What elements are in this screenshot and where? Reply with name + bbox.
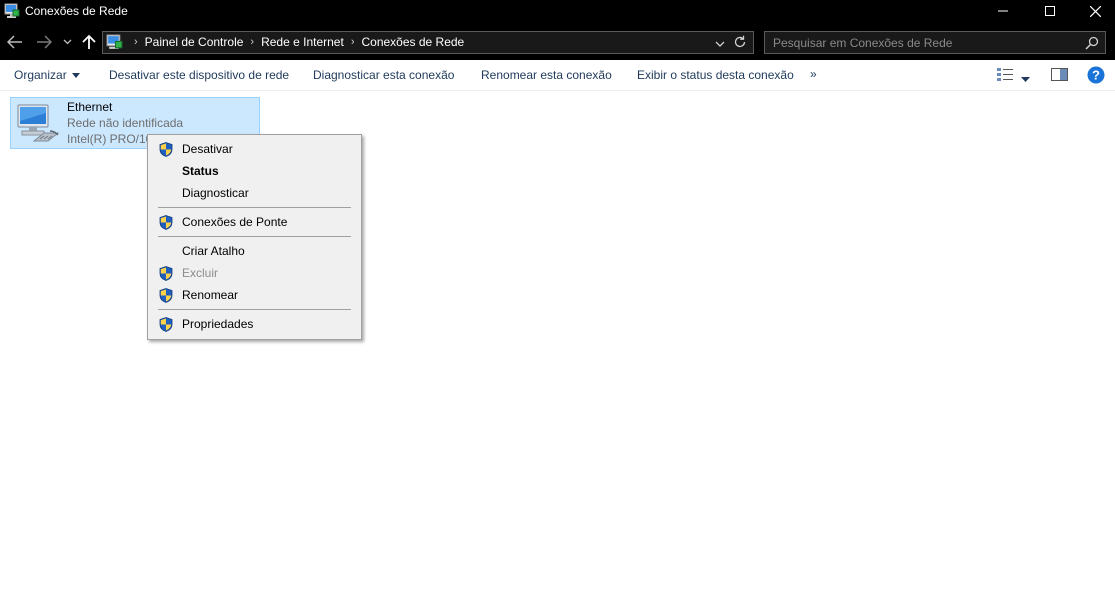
- network-adapter-icon: [14, 101, 62, 147]
- menu-item-label: Excluir: [182, 266, 219, 280]
- svg-text:?: ?: [1092, 68, 1100, 83]
- more-commands-button[interactable]: »: [810, 67, 817, 81]
- menu-separator: [158, 236, 351, 237]
- preview-pane-icon: [1051, 68, 1068, 81]
- maximize-icon: [1045, 6, 1055, 16]
- menu-item-diagnose[interactable]: Diagnosticar: [148, 182, 361, 204]
- breadcrumb: › Painel de Controle › Rede e Internet ›…: [127, 35, 464, 49]
- help-icon: ?: [1087, 66, 1105, 84]
- up-button[interactable]: [80, 33, 98, 51]
- maximize-button[interactable]: [1027, 0, 1073, 22]
- menu-item-label: Diagnosticar: [182, 186, 249, 200]
- refresh-icon: [734, 35, 746, 48]
- close-icon: [1089, 5, 1101, 17]
- search-box[interactable]: [764, 31, 1106, 54]
- breadcrumb-network-internet[interactable]: Rede e Internet: [261, 35, 344, 49]
- caret-down-icon: [71, 73, 80, 79]
- details-view-icon: [997, 68, 1013, 81]
- menu-item-create-shortcut[interactable]: Criar Atalho: [148, 240, 361, 262]
- menu-item-label: Criar Atalho: [182, 244, 245, 258]
- refresh-button[interactable]: [733, 35, 747, 52]
- uac-shield-icon: [159, 215, 173, 233]
- minimize-icon: [998, 10, 1008, 12]
- menu-item-properties[interactable]: Propriedades: [148, 313, 361, 335]
- caret-down-icon: [1021, 77, 1030, 82]
- menu-separator: [158, 207, 351, 208]
- address-history-dropdown[interactable]: [715, 37, 725, 51]
- uac-shield-icon: [159, 288, 173, 306]
- context-menu: Desativar Status Diagnosticar Conexões d…: [147, 134, 362, 340]
- menu-item-delete[interactable]: Excluir: [148, 262, 361, 284]
- menu-item-bridge-connections[interactable]: Conexões de Ponte: [148, 211, 361, 233]
- connection-status: Rede não identificada: [67, 116, 184, 130]
- disable-device-button[interactable]: Desativar este dispositivo de rede: [109, 68, 289, 82]
- menu-item-label: Conexões de Ponte: [182, 215, 288, 229]
- change-view-button[interactable]: [996, 66, 1014, 85]
- recent-locations-button[interactable]: [60, 33, 74, 51]
- menu-item-label: Propriedades: [182, 317, 254, 331]
- command-bar: Organizar Desativar este dispositivo de …: [0, 60, 1115, 91]
- menu-item-status[interactable]: Status: [148, 160, 361, 182]
- uac-shield-icon: [159, 142, 173, 160]
- breadcrumb-separator[interactable]: ›: [134, 36, 138, 48]
- connection-name: Ethernet: [67, 100, 113, 114]
- close-button[interactable]: [1072, 0, 1115, 22]
- uac-shield-icon: [159, 266, 173, 284]
- diagnose-connection-button[interactable]: Diagnosticar esta conexão: [313, 68, 454, 82]
- breadcrumb-separator[interactable]: ›: [250, 36, 254, 48]
- view-status-button[interactable]: Exibir o status desta conexão: [637, 68, 794, 82]
- search-icon[interactable]: [1085, 36, 1099, 53]
- arrow-right-icon: [37, 35, 52, 49]
- menu-item-label: Desativar: [182, 142, 233, 156]
- chevron-down-icon: [715, 41, 725, 47]
- connection-adapter: Intel(R) PRO/10: [67, 132, 153, 146]
- forward-button[interactable]: [35, 33, 53, 51]
- breadcrumb-separator[interactable]: ›: [351, 36, 355, 48]
- network-connections-icon: [106, 34, 123, 51]
- menu-item-disable[interactable]: Desativar: [148, 138, 361, 160]
- chevron-down-icon: [63, 39, 71, 45]
- uac-shield-icon: [159, 317, 173, 335]
- organize-label: Organizar: [14, 68, 67, 82]
- arrow-left-icon: [7, 35, 22, 49]
- organize-button[interactable]: Organizar: [14, 68, 80, 82]
- window-title: Conexões de Rede: [25, 4, 128, 18]
- arrow-up-icon: [82, 34, 96, 49]
- navigation-bar: › Painel de Controle › Rede e Internet ›…: [0, 25, 1115, 60]
- back-button[interactable]: [6, 33, 24, 51]
- view-options-dropdown[interactable]: [1021, 71, 1030, 85]
- preview-pane-button[interactable]: [1051, 68, 1068, 84]
- menu-item-rename[interactable]: Renomear: [148, 284, 361, 306]
- breadcrumb-network-connections[interactable]: Conexões de Rede: [361, 35, 464, 49]
- search-input[interactable]: [773, 35, 1073, 51]
- minimize-button[interactable]: [980, 0, 1026, 22]
- network-connections-icon: [4, 3, 20, 19]
- menu-item-label: Status: [182, 164, 219, 178]
- menu-item-label: Renomear: [182, 288, 239, 302]
- address-bar[interactable]: › Painel de Controle › Rede e Internet ›…: [102, 31, 754, 54]
- breadcrumb-control-panel[interactable]: Painel de Controle: [145, 35, 244, 49]
- menu-separator: [158, 309, 351, 310]
- rename-connection-button[interactable]: Renomear esta conexão: [481, 68, 612, 82]
- title-bar: Conexões de Rede: [0, 0, 1115, 25]
- help-button[interactable]: ?: [1087, 66, 1105, 87]
